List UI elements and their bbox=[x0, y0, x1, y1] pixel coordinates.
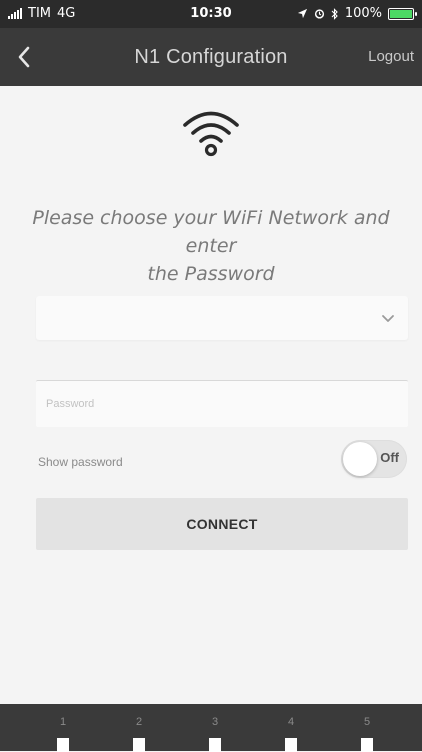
step-number: 1 bbox=[59, 716, 67, 728]
location-icon bbox=[297, 8, 307, 19]
step-4: 4 bbox=[268, 716, 314, 752]
step-marker bbox=[361, 738, 373, 752]
step-number: 5 bbox=[363, 716, 371, 728]
wifi-network-select[interactable] bbox=[36, 296, 408, 340]
instruction-line-2: the Password bbox=[147, 263, 275, 285]
alarm-icon bbox=[314, 9, 324, 19]
password-input[interactable] bbox=[36, 381, 408, 427]
step-marker bbox=[57, 738, 69, 752]
instruction-text: Please choose your WiFi Network and ente… bbox=[20, 204, 402, 288]
wifi-icon bbox=[183, 111, 239, 157]
show-password-toggle[interactable]: Off bbox=[341, 440, 407, 478]
instruction-line-1: Please choose your WiFi Network and ente… bbox=[32, 207, 390, 257]
main-content: Please choose your WiFi Network and ente… bbox=[0, 86, 422, 704]
navigation-bar: N1 Configuration Logout bbox=[0, 28, 422, 86]
step-marker bbox=[133, 738, 145, 752]
battery-percent: 100% bbox=[344, 6, 382, 21]
step-number: 3 bbox=[211, 716, 219, 728]
steps: 1 2 3 4 5 bbox=[40, 716, 390, 752]
logout-button[interactable]: Logout bbox=[368, 48, 414, 65]
toggle-knob bbox=[343, 442, 377, 476]
status-bar-right: 100% bbox=[297, 6, 417, 21]
step-5: 5 bbox=[344, 716, 390, 752]
step-3: 3 bbox=[192, 716, 238, 752]
password-field-container bbox=[36, 380, 408, 427]
step-indicator-bar: 1 2 3 4 5 bbox=[0, 704, 422, 752]
battery-icon bbox=[388, 7, 417, 20]
show-password-label: Show password bbox=[38, 455, 123, 469]
page-title: N1 Configuration bbox=[134, 46, 288, 68]
back-button[interactable] bbox=[10, 41, 38, 73]
step-number: 2 bbox=[135, 716, 143, 728]
status-bar: TIM 4G 10:30 100% bbox=[0, 0, 422, 28]
toggle-state-text: Off bbox=[380, 450, 399, 465]
step-marker bbox=[285, 738, 297, 752]
chevron-left-icon bbox=[18, 46, 30, 68]
step-number: 4 bbox=[287, 716, 295, 728]
chevron-down-icon bbox=[382, 315, 394, 322]
battery-level bbox=[390, 9, 412, 18]
step-1: 1 bbox=[40, 716, 86, 752]
bluetooth-icon bbox=[331, 7, 338, 20]
connect-button[interactable]: CONNECT bbox=[36, 498, 408, 550]
step-marker bbox=[209, 738, 221, 752]
step-2: 2 bbox=[116, 716, 162, 752]
